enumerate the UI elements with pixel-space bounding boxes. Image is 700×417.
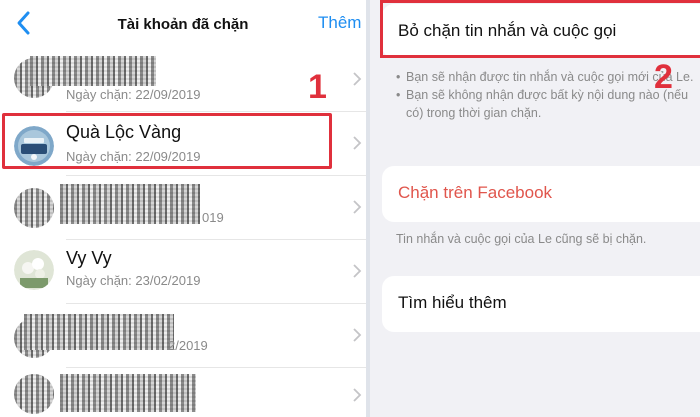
learn-more-button[interactable]: Tìm hiểu thêm bbox=[382, 276, 700, 332]
info-text: Bạn sẽ không nhận được bất kỳ nội dung n… bbox=[406, 88, 689, 120]
bullet-dot: • bbox=[396, 88, 401, 102]
list-item-vy-vy[interactable]: Vy Vy Ngày chặn: 23/02/2019 bbox=[0, 244, 366, 304]
unblock-info: • Bạn sẽ nhận được tin nhắn và cuộc gọi … bbox=[396, 68, 696, 122]
block-facebook-label: Chặn trên Facebook bbox=[398, 183, 553, 202]
info-text: Bạn sẽ nhận được tin nhắn và cuộc gọi mớ… bbox=[406, 70, 694, 84]
obscured-name bbox=[60, 184, 200, 224]
blocked-date: 2/2019 bbox=[168, 338, 208, 353]
avatar bbox=[14, 250, 54, 290]
page-title: Tài khoản đã chặn bbox=[117, 16, 249, 33]
row-divider bbox=[66, 239, 366, 240]
obscured-name bbox=[30, 56, 156, 86]
blocked-date: Ngày chặn: 23/02/2019 bbox=[66, 273, 201, 288]
highlight-box bbox=[2, 113, 332, 169]
facebook-note: Tin nhắn và cuộc gọi của Le cũng sẽ bị c… bbox=[396, 232, 647, 246]
list-item[interactable]: 019 bbox=[0, 180, 366, 240]
info-bullet: • Bạn sẽ không nhận được bất kỳ nội dung… bbox=[396, 86, 696, 122]
row-divider bbox=[66, 175, 366, 176]
learn-more-label: Tìm hiểu thêm bbox=[398, 293, 507, 312]
row-divider bbox=[66, 367, 366, 368]
chevron-right-icon bbox=[353, 136, 362, 150]
blocked-date: 019 bbox=[202, 210, 224, 225]
list-item[interactable] bbox=[0, 372, 366, 417]
block-on-facebook-button[interactable]: Chặn trên Facebook bbox=[382, 166, 700, 222]
obscured-name bbox=[24, 314, 174, 350]
chevron-right-icon bbox=[353, 388, 362, 402]
chevron-right-icon bbox=[353, 200, 362, 214]
obscured-avatar bbox=[14, 188, 54, 228]
blocked-accounts-screen: Tài khoản đã chặn Thêm Ngày chặn: 22/09/… bbox=[0, 0, 366, 417]
unblock-options-screen: Bỏ chặn tin nhắn và cuộc gọi • Bạn sẽ nh… bbox=[370, 0, 700, 417]
chevron-right-icon bbox=[353, 264, 362, 278]
add-button[interactable]: Thêm bbox=[318, 13, 361, 33]
blocked-date: Ngày chặn: 22/09/2019 bbox=[66, 87, 201, 102]
chevron-right-icon bbox=[353, 328, 362, 342]
row-divider bbox=[66, 303, 366, 304]
info-bullet: • Bạn sẽ nhận được tin nhắn và cuộc gọi … bbox=[396, 68, 696, 86]
avatar-image bbox=[14, 250, 54, 290]
step-number: 2 bbox=[654, 58, 673, 96]
highlight-box bbox=[380, 0, 700, 58]
chevron-right-icon bbox=[353, 72, 362, 86]
contact-name: Vy Vy bbox=[66, 248, 112, 268]
bullet-dot: • bbox=[396, 70, 401, 84]
step-number: 1 bbox=[308, 68, 327, 106]
obscured-name bbox=[60, 374, 196, 412]
list-item[interactable]: 2/2019 bbox=[0, 308, 366, 368]
navigation-bar: Tài khoản đã chặn Thêm bbox=[0, 0, 366, 48]
obscured-avatar bbox=[14, 374, 54, 414]
row-divider bbox=[66, 111, 366, 112]
